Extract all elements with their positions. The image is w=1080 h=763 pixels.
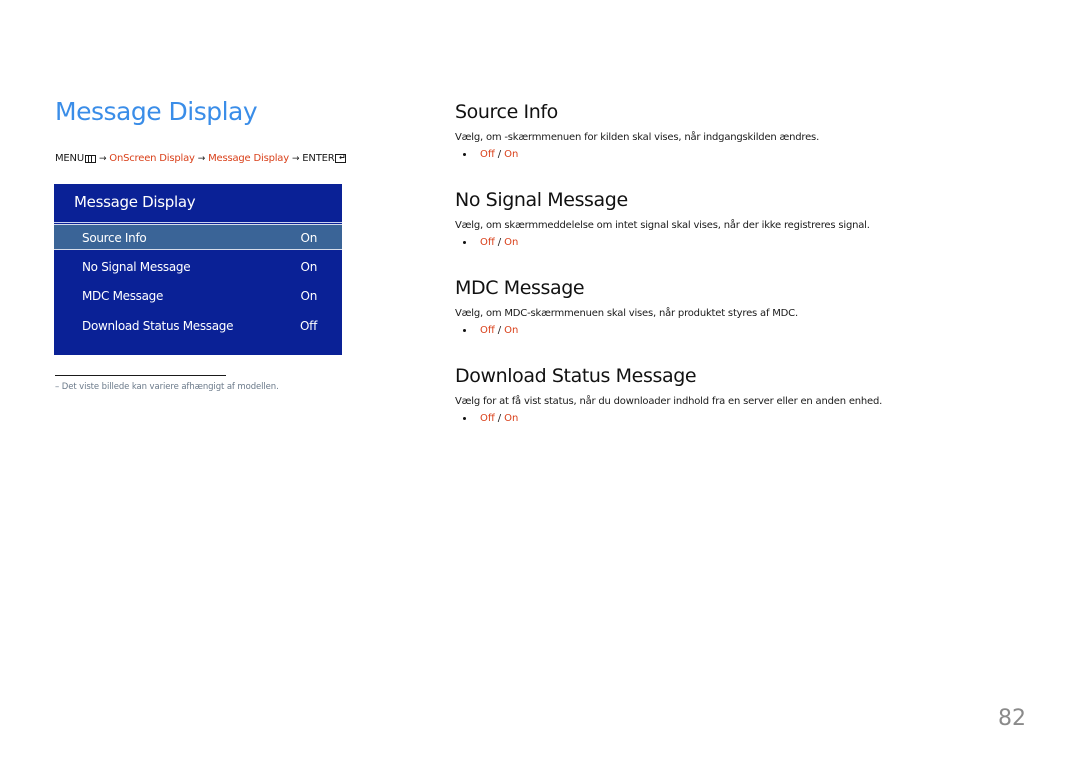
section-options: Off / On (455, 413, 1015, 424)
section-mdc-message: MDC Message Vælg, om MDC-skærmmenuen ska… (455, 277, 1015, 336)
osd-item-value: Off (300, 319, 317, 333)
enter-icon (335, 154, 347, 163)
osd-item-label: Download Status Message (82, 319, 234, 333)
option-separator: / (497, 413, 502, 424)
menu-grid-icon (84, 154, 96, 163)
osd-item-source-info[interactable]: Source Info On (54, 224, 342, 250)
osd-item-no-signal-message[interactable]: No Signal Message On (54, 254, 342, 280)
osd-menu-panel: Message Display Source Info On No Signal… (54, 184, 342, 355)
option-on: On (504, 149, 519, 160)
section-heading: Source Info (455, 101, 558, 123)
osd-item-value: On (300, 289, 318, 303)
option-on: On (504, 413, 519, 424)
bullet-icon (463, 417, 466, 420)
breadcrumb-message-display[interactable]: Message Display (208, 153, 289, 164)
footnote: – Det viste billede kan variere afhængig… (55, 382, 279, 392)
section-heading: No Signal Message (455, 189, 628, 211)
section-description: Vælg for at få vist status, når du downl… (455, 396, 883, 407)
section-heading: Download Status Message (455, 365, 697, 387)
bullet-icon (463, 241, 466, 244)
osd-item-value: On (300, 231, 318, 245)
section-description: Vælg, om skærmmeddelelse om intet signal… (455, 220, 870, 231)
osd-item-download-status-message[interactable]: Download Status Message Off (54, 313, 342, 339)
option-separator: / (497, 237, 502, 248)
arrow-icon: → (98, 153, 107, 164)
option-separator: / (497, 149, 502, 160)
osd-divider (54, 222, 342, 223)
option-off: Off (480, 413, 495, 424)
section-source-info: Source Info Vælg, om -skærmmenuen for ki… (455, 101, 1015, 160)
breadcrumb-menu: MENU (55, 153, 84, 164)
option-separator: / (497, 325, 502, 336)
arrow-icon: → (197, 153, 206, 164)
bullet-icon (463, 153, 466, 156)
breadcrumb-onscreen-display[interactable]: OnScreen Display (109, 153, 195, 164)
arrow-icon: → (291, 153, 300, 164)
bullet-icon (463, 329, 466, 332)
osd-item-mdc-message[interactable]: MDC Message On (54, 283, 342, 309)
section-download-status-message: Download Status Message Vælg for at få v… (455, 365, 1015, 424)
osd-item-label: Source Info (82, 231, 147, 245)
page-title: Message Display (55, 97, 258, 126)
breadcrumb: MENU → OnScreen Display → Message Displa… (55, 153, 347, 164)
option-on: On (504, 237, 519, 248)
section-options: Off / On (455, 325, 1015, 336)
page-number: 82 (998, 706, 1026, 731)
option-off: Off (480, 237, 495, 248)
option-on: On (504, 325, 519, 336)
osd-item-value: On (300, 260, 318, 274)
section-heading: MDC Message (455, 277, 585, 299)
section-options: Off / On (455, 237, 1015, 248)
osd-menu-title: Message Display (74, 193, 196, 211)
option-off: Off (480, 325, 495, 336)
footnote-divider (55, 375, 226, 376)
osd-item-label: No Signal Message (82, 260, 191, 274)
section-no-signal-message: No Signal Message Vælg, om skærmmeddelel… (455, 189, 1015, 248)
option-off: Off (480, 149, 495, 160)
section-description: Vælg, om MDC-skærmmenuen skal vises, når… (455, 308, 798, 319)
section-options: Off / On (455, 149, 1015, 160)
osd-item-label: MDC Message (82, 289, 164, 303)
breadcrumb-enter: ENTER (302, 153, 335, 164)
section-description: Vælg, om -skærmmenuen for kilden skal vi… (455, 132, 820, 143)
